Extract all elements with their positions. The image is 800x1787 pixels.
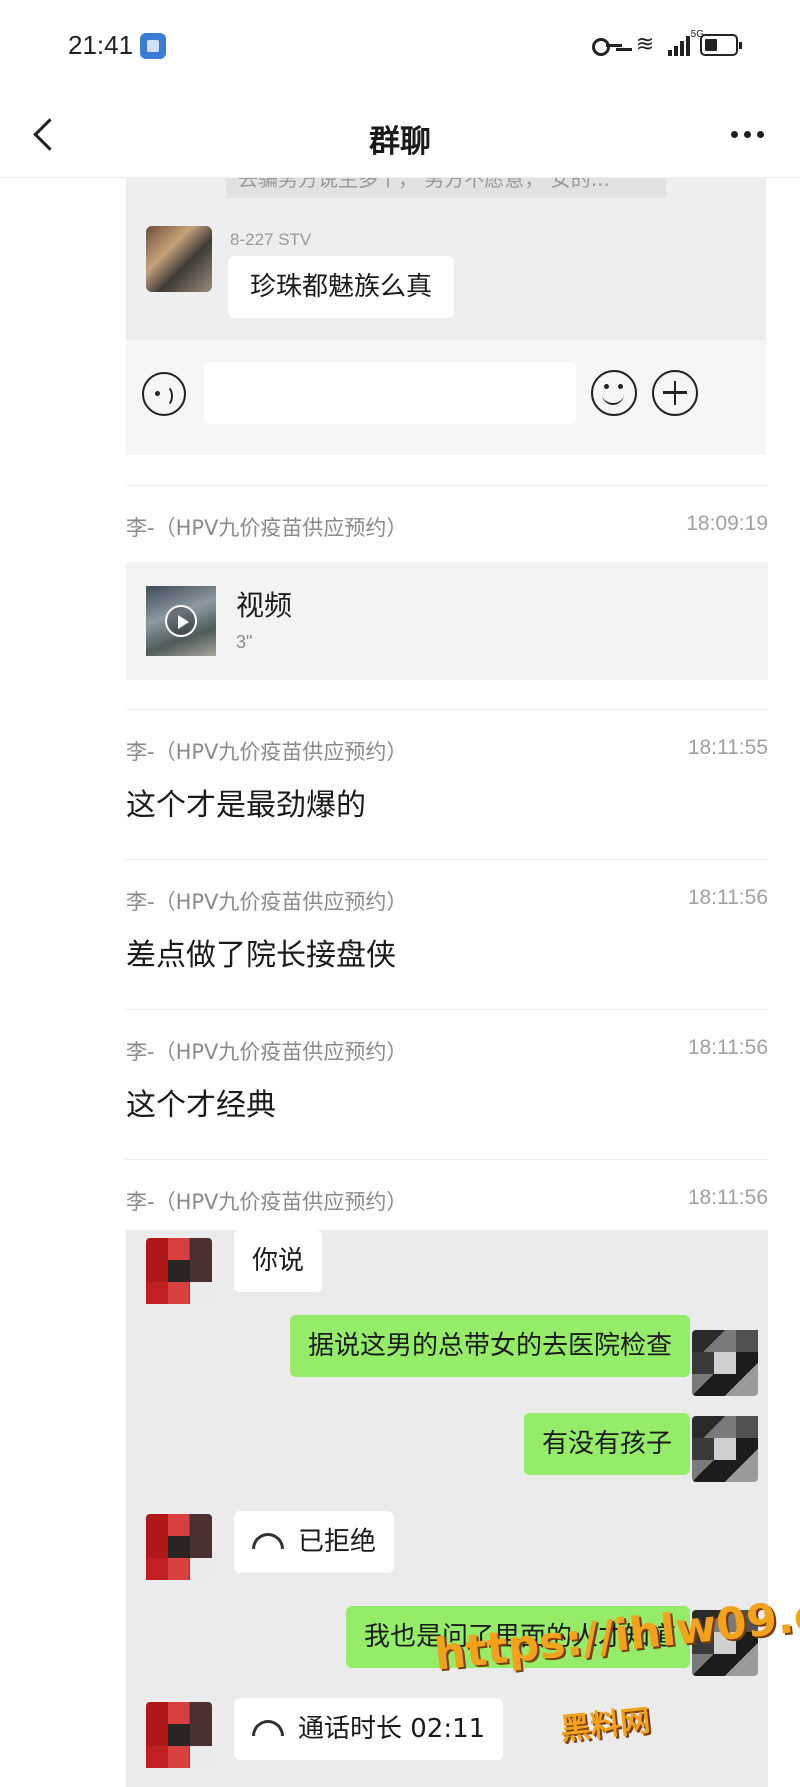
record-time: 18:11:55 [687,736,768,759]
image-message[interactable]: 你说 据说这男的总带女的去医院检查 有没有孩子 已拒绝 我也是问了里面的人才知道… [126,1230,768,1787]
record-time: 18:09:19 [686,512,768,535]
input-bar [126,340,766,455]
call-bubble: 通话时长 02:11 [234,1698,504,1760]
video-message[interactable]: 视频 3" [126,562,768,680]
record-time: 18:11:56 [687,1186,768,1209]
vpn-key-icon [592,35,622,56]
chat-record[interactable]: 李-（HPV九价疫苗供应预约） 18:11:56 这个才经典 [126,1009,768,1159]
message-bubble: 珍珠都魅族么真 [228,256,455,318]
video-duration: 3" [236,632,253,652]
phone-hangup-icon [252,1532,284,1549]
watermark-name: 黑料网 [558,1703,652,1748]
message-bubble: 有没有孩子 [523,1413,690,1475]
message-bubble: 据说这男的总带女的去医院检查 [289,1315,690,1377]
record-sender: 李-（HPV九价疫苗供应预约） [126,740,408,764]
record-sender: 李-（HPV九价疫苗供应预约） [126,1190,408,1214]
phone-hangup-icon [252,1719,284,1736]
page-title: 群聊 [369,124,431,160]
record-sender: 李-（HPV九价疫苗供应预约） [126,516,408,540]
record-sender: 李-（HPV九价疫苗供应预约） [126,1040,408,1064]
avatar [692,1416,758,1482]
status-icons: ≋ [592,30,742,60]
avatar [146,226,212,292]
record-time: 18:11:56 [687,886,768,909]
call-duration-text: 通话时长 02:11 [298,1714,486,1744]
avatar [146,1238,212,1304]
voice-icon [142,372,186,416]
chat-record[interactable]: 李-（HPV九价疫苗供应预约） 18:11:56 [126,1159,768,1231]
call-bubble: 已拒绝 [234,1511,395,1573]
chat-record[interactable]: 李-（HPV九价疫苗供应预约） 18:11:55 这个才是最劲爆的 [126,709,768,859]
status-bar: 21:41 5G ≋ [0,0,800,90]
sender-name: 8-227 STV [230,230,312,249]
message-bubble: 你说 [234,1230,323,1292]
signal-icon [668,34,690,56]
chat-record[interactable]: 李-（HPV九价疫苗供应预约） 18:09:19 视频 3" [126,485,768,695]
wifi-icon: ≋ [635,32,655,57]
record-text: 这个才经典 [126,1088,276,1123]
chat-record[interactable]: 李-（HPV九价疫苗供应预约） 18:11:56 差点做了院长接盘侠 [126,859,768,1009]
record-time: 18:11:56 [687,1036,768,1059]
notification-app-icon [140,33,166,59]
play-icon [165,605,197,637]
plus-icon [652,370,698,416]
emoji-icon [591,370,637,416]
status-time: 21:41 [68,30,134,60]
avatar [692,1330,758,1396]
call-status-text: 已拒绝 [298,1527,377,1557]
message-input [204,362,576,424]
avatar [146,1514,212,1580]
more-options-button[interactable] [724,118,770,150]
video-thumbnail [146,586,216,656]
battery-icon [700,34,742,56]
top-screenshot: 去骗男方说生多个， 男方不愿意， 女的... 8-227 STV 珍珠都魅族么真 [126,150,766,455]
video-title: 视频 [236,589,293,622]
nav-bar: 群聊 [0,90,800,178]
record-text: 差点做了院长接盘侠 [126,938,396,973]
record-sender: 李-（HPV九价疫苗供应预约） [126,890,408,914]
record-text: 这个才是最劲爆的 [126,788,366,823]
more-dots-icon [730,130,738,138]
avatar [146,1702,212,1768]
